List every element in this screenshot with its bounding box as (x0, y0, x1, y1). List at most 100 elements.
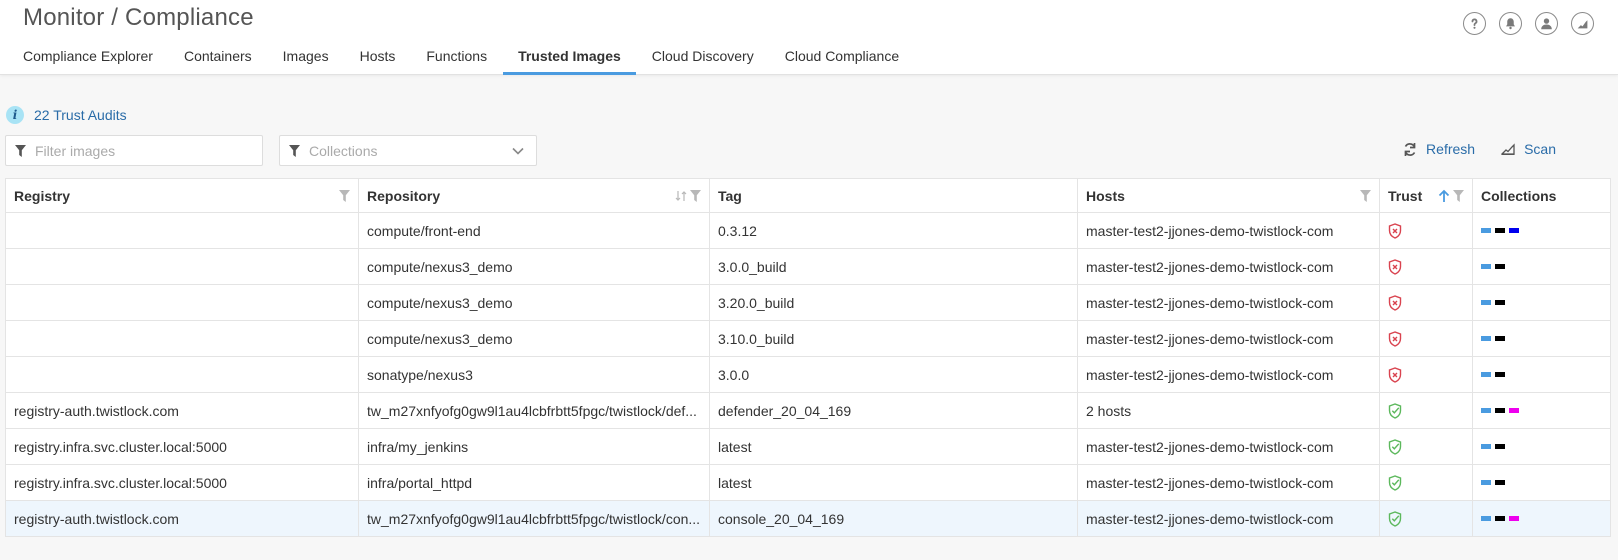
cell-hosts: master-test2-jjones-demo-twistlock-com (1077, 248, 1380, 285)
filter-icon[interactable] (1453, 189, 1464, 202)
column-header-registry[interactable]: Registry (5, 178, 359, 213)
collections-select[interactable]: Collections (279, 135, 537, 166)
column-label: Collections (1481, 187, 1557, 204)
cell-collections (1472, 392, 1611, 429)
collection-chip[interactable] (1481, 228, 1491, 233)
collection-chip[interactable] (1495, 408, 1505, 413)
filter-images-input[interactable] (35, 142, 235, 159)
sort-ascending-icon[interactable] (1438, 189, 1450, 203)
cell-collections (1472, 320, 1611, 357)
table-row[interactable]: compute/front-end 0.3.12 master-test2-jjon… (5, 212, 1611, 249)
collection-chip[interactable] (1481, 372, 1491, 377)
scan-label: Scan (1524, 141, 1556, 157)
info-icon: i (6, 106, 24, 124)
cell-hosts: master-test2-jjones-demo-twistlock-com (1077, 320, 1380, 357)
tab-containers[interactable]: Containers (184, 44, 252, 75)
column-header-trust[interactable]: Trust (1379, 178, 1473, 213)
filter-icon[interactable] (339, 189, 350, 202)
tab-images[interactable]: Images (283, 44, 329, 75)
scan-button[interactable]: Scan (1501, 141, 1556, 157)
cell-repository: tw_m27xnfyofg0gw9l1au4lcbfrbtt5fpgc/twis… (358, 500, 710, 537)
collection-chip[interactable] (1481, 408, 1491, 413)
shield-check-icon (1388, 403, 1402, 419)
cell-registry (5, 320, 359, 357)
cell-repository: compute/nexus3_demo (358, 284, 710, 321)
refresh-button[interactable]: Refresh (1403, 141, 1475, 157)
trust-audits-link[interactable]: 22 Trust Audits (34, 107, 127, 123)
tab-bar: Compliance Explorer Containers Images Hosts… (23, 44, 930, 75)
cell-repository: infra/my_jenkins (358, 428, 710, 465)
table-row[interactable]: registry-auth.twistlock.com tw_m27xnfyofg… (5, 392, 1611, 429)
bell-icon[interactable] (1499, 12, 1522, 35)
collection-chip[interactable] (1481, 264, 1491, 269)
cell-collections (1472, 356, 1611, 393)
tab-hosts[interactable]: Hosts (360, 44, 396, 75)
cell-tag: console_20_04_169 (709, 500, 1078, 537)
sort-icon[interactable] (675, 190, 687, 202)
table-row[interactable]: registry-auth.twistlock.com tw_m27xnfyofg… (5, 500, 1611, 537)
table-row[interactable]: compute/nexus3_demo 3.0.0_build master-tes… (5, 248, 1611, 285)
filter-icon[interactable] (690, 189, 701, 202)
table-row[interactable]: sonatype/nexus3 3.0.0 master-test2-jjones-… (5, 356, 1611, 393)
column-label: Registry (14, 187, 71, 204)
collections-placeholder: Collections (309, 142, 378, 159)
chevron-down-icon (512, 147, 524, 155)
collection-chip[interactable] (1509, 228, 1519, 233)
cell-repository: tw_m27xnfyofg0gw9l1au4lcbfrbtt5fpgc/twis… (358, 392, 710, 429)
cell-hosts: master-test2-jjones-demo-twistlock-com (1077, 356, 1380, 393)
table-row[interactable]: registry.infra.svc.cluster.local:5000 inf… (5, 464, 1611, 501)
column-header-collections[interactable]: Collections (1472, 178, 1611, 213)
column-header-hosts[interactable]: Hosts (1077, 178, 1380, 213)
table-row[interactable]: registry.infra.svc.cluster.local:5000 inf… (5, 428, 1611, 465)
tab-cloud-discovery[interactable]: Cloud Discovery (652, 44, 754, 75)
collection-chip[interactable] (1481, 480, 1491, 485)
help-icon[interactable] (1463, 12, 1486, 35)
cell-hosts: master-test2-jjones-demo-twistlock-com (1077, 428, 1380, 465)
tab-trusted-images[interactable]: Trusted Images (503, 44, 636, 75)
shield-x-icon (1388, 295, 1402, 311)
cell-repository: compute/front-end (358, 212, 710, 249)
collection-chip[interactable] (1481, 516, 1491, 521)
tab-compliance-explorer[interactable]: Compliance Explorer (23, 44, 153, 75)
table-row[interactable]: compute/nexus3_demo 3.20.0_build master-te… (5, 284, 1611, 321)
cell-registry (5, 284, 359, 321)
filter-images-box (5, 135, 263, 166)
refresh-icon (1403, 142, 1417, 157)
collection-chip[interactable] (1495, 300, 1505, 305)
collection-chip[interactable] (1509, 516, 1519, 521)
collection-chip[interactable] (1495, 336, 1505, 341)
tab-functions[interactable]: Functions (426, 44, 487, 75)
shield-check-icon (1388, 439, 1402, 455)
cell-registry: registry-auth.twistlock.com (5, 392, 359, 429)
collection-chip[interactable] (1481, 444, 1491, 449)
cell-tag: 3.10.0_build (709, 320, 1078, 357)
collection-chip[interactable] (1481, 300, 1491, 305)
cell-registry: registry.infra.svc.cluster.local:5000 (5, 428, 359, 465)
cell-tag: 0.3.12 (709, 212, 1078, 249)
cell-repository: compute/nexus3_demo (358, 320, 710, 357)
table-row[interactable]: compute/nexus3_demo 3.10.0_build master-te… (5, 320, 1611, 357)
cell-tag: 3.0.0 (709, 356, 1078, 393)
filter-icon[interactable] (1360, 189, 1371, 202)
column-header-tag[interactable]: Tag (709, 178, 1078, 213)
tab-cloud-compliance[interactable]: Cloud Compliance (785, 44, 899, 75)
scan-icon (1501, 143, 1515, 155)
column-label: Tag (718, 187, 742, 204)
collection-chip[interactable] (1481, 336, 1491, 341)
collection-chip[interactable] (1495, 372, 1505, 377)
collection-chip[interactable] (1495, 444, 1505, 449)
column-header-repository[interactable]: Repository (358, 178, 710, 213)
chart-icon[interactable] (1571, 12, 1594, 35)
collection-chip[interactable] (1495, 264, 1505, 269)
collection-chip[interactable] (1495, 228, 1505, 233)
user-icon[interactable] (1535, 12, 1558, 35)
collection-chip[interactable] (1509, 408, 1519, 413)
cell-tag: latest (709, 464, 1078, 501)
cell-collections (1472, 212, 1611, 249)
collection-chip[interactable] (1495, 480, 1505, 485)
shield-check-icon (1388, 475, 1402, 491)
collection-chip[interactable] (1495, 516, 1505, 521)
cell-collections (1472, 464, 1611, 501)
cell-hosts: 2 hosts (1077, 392, 1380, 429)
cell-hosts: master-test2-jjones-demo-twistlock-com (1077, 464, 1380, 501)
